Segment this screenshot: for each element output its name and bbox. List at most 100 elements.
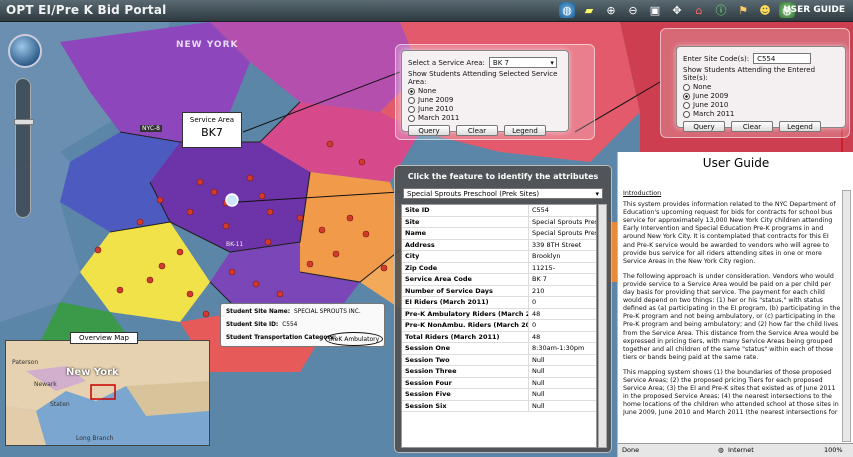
attribute-value: Null: [532, 378, 545, 387]
site-panel: Enter Site Code(s): C554 Show Students A…: [676, 46, 846, 132]
attribute-row: Name Special Sprouts Presc: [402, 228, 596, 240]
app-window: OPT EI/Pre K Bid Portal ◍ ▰ ⊕ ⊖ ▣ ✥ ⌂ ⓘ …: [0, 0, 853, 457]
attribute-value: Null: [532, 401, 545, 410]
attribute-row: City Brooklyn: [402, 251, 596, 263]
attribute-key: Address: [402, 239, 529, 250]
home-icon[interactable]: ⌂: [691, 2, 707, 18]
overview-place-staten: Staten: [50, 401, 70, 408]
attribute-value: Null: [532, 367, 545, 375]
sa-query-button[interactable]: Query: [408, 125, 450, 136]
app-title: OPT EI/Pre K Bid Portal: [6, 3, 167, 17]
attribute-key: Total Riders (March 2011): [402, 331, 529, 342]
pan-icon[interactable]: ✥: [669, 2, 685, 18]
site-query-button[interactable]: Query: [683, 121, 725, 132]
status-zone: Internet: [728, 446, 754, 454]
attribute-row: Session Three Null: [402, 366, 596, 378]
status-zoom[interactable]: 100%: [824, 444, 843, 457]
status-done: Done: [622, 446, 640, 454]
map-label-bk11: BK-11: [226, 241, 244, 248]
attribute-key: Number of Service Days: [402, 285, 529, 296]
attribute-row: Session Five Null: [402, 389, 596, 401]
site-radio-none[interactable]: None: [683, 83, 839, 91]
attribute-key: Service Area Code: [402, 274, 529, 285]
attribute-row: Pre-K Ambulatory Riders (March 2011)48: [402, 308, 596, 320]
sa-radio-march-2011[interactable]: March 2011: [408, 114, 562, 122]
attribute-row: Number of Service Days 210: [402, 285, 596, 297]
site-radio-label: June 2009: [693, 92, 729, 100]
overview-place-paterson: Paterson: [12, 359, 39, 366]
attribute-key: Session Five: [402, 389, 529, 400]
attributes-header: Click the feature to identify the attrib…: [407, 172, 599, 181]
attribute-row: Session Two Null: [402, 354, 596, 366]
attribute-row: Address 339 8TH Street: [402, 239, 596, 251]
attribute-row: Site ID C554: [402, 205, 596, 217]
attributes-scrollbar[interactable]: [598, 204, 607, 448]
callout-id-value: C554: [282, 322, 298, 328]
site-legend-button[interactable]: Legend: [779, 121, 821, 132]
attribute-row: Total Riders (March 2011) 48: [402, 331, 596, 343]
user-guide-link[interactable]: USER GUIDE: [783, 5, 845, 15]
attribute-key: Site ID: [402, 205, 529, 216]
overview-map-canvas[interactable]: [6, 341, 209, 445]
sa-legend-button[interactable]: Legend: [504, 125, 546, 136]
ruler-icon[interactable]: ▰: [581, 2, 597, 18]
identify-icon[interactable]: ⓘ: [713, 2, 729, 18]
sa-radio-label: June 2010: [418, 105, 454, 113]
title-bar: OPT EI/Pre K Bid Portal ◍ ▰ ⊕ ⊖ ▣ ✥ ⌂ ⓘ …: [0, 0, 853, 22]
zoom-slider-knob[interactable]: [14, 119, 34, 125]
user-guide-intro-heading[interactable]: Introduction: [623, 190, 841, 198]
attribute-key: Name: [402, 228, 529, 239]
site-clear-button[interactable]: Clear: [731, 121, 773, 132]
attribute-value: BK 7: [532, 275, 547, 283]
zoom-in-icon[interactable]: ⊕: [603, 2, 619, 18]
site-radio-june-2010[interactable]: June 2010: [683, 101, 839, 109]
attribute-key: Session One: [402, 343, 529, 354]
service-area-caption: Service Area: [189, 116, 235, 124]
toolbar: ◍ ▰ ⊕ ⊖ ▣ ✥ ⌂ ⓘ ⚑ ☻ ◍: [559, 2, 795, 20]
radio-dot-icon: [408, 105, 415, 113]
service-area-panel: Select a Service Area: BK 7 Show Student…: [401, 50, 569, 136]
browser-status-bar: Done ◍ Internet 100%: [618, 443, 853, 457]
attributes-layer-select[interactable]: Special Sprouts Preschool (Prek Sites): [403, 188, 603, 199]
sa-radio-june-2010[interactable]: June 2010: [408, 105, 562, 113]
user-guide-body: Introduction This system provides inform…: [623, 190, 841, 440]
sa-radio-none[interactable]: None: [408, 87, 562, 95]
attribute-row: Site Special Sprouts Presc: [402, 216, 596, 228]
zoom-slider[interactable]: [14, 78, 34, 218]
compass-nav-icon[interactable]: [8, 34, 42, 68]
attribute-value: Special Sprouts Presc: [532, 229, 596, 237]
globe-icon[interactable]: ◍: [559, 2, 575, 18]
site-radio-march-2011[interactable]: March 2011: [683, 110, 839, 118]
callout-name-row: Student Site Name: SPECIAL SPROUTS INC.: [226, 309, 361, 315]
attribute-key: Site: [402, 216, 529, 227]
user-guide-title: User Guide: [702, 156, 770, 170]
overview-map[interactable]: Overview Map Paterson Newark New York St…: [5, 332, 210, 446]
globe-icon: ◍: [718, 446, 724, 454]
user-guide-paragraph: This system provides information related…: [623, 201, 836, 265]
site-radio-label: March 2011: [693, 110, 735, 118]
site-radio-june-2009[interactable]: June 2009: [683, 92, 839, 100]
service-area-select[interactable]: BK 7: [488, 57, 557, 68]
callout-name-value: SPECIAL SPROUTS INC.: [294, 309, 361, 315]
radio-dot-icon: [683, 92, 690, 100]
person-icon[interactable]: ☻: [757, 2, 773, 18]
zoom-out-icon[interactable]: ⊖: [625, 2, 641, 18]
callout-cat-row: Student Transportation Category:: [226, 335, 340, 341]
attribute-value: 210: [532, 286, 545, 295]
attribute-row: Pre-K NonAmbu. Riders (March 2011) 0: [402, 320, 596, 332]
site-code-label: Enter Site Code(s):: [683, 54, 750, 63]
service-area-label: Service Area BK7: [182, 112, 242, 148]
attribute-key: Session Two: [402, 354, 529, 365]
overview-place-long-branch: Long Branch: [76, 435, 114, 442]
attribute-key: Session Three: [402, 366, 529, 377]
overview-map-label: Overview Map: [70, 332, 138, 344]
bookmark-icon[interactable]: ⚑: [735, 2, 751, 18]
site-code-input[interactable]: C554: [753, 53, 812, 64]
attribute-value: 8:30am-1:30pm: [532, 344, 585, 352]
sa-radio-label: June 2009: [418, 96, 454, 104]
user-guide-scrollbar[interactable]: [842, 190, 851, 442]
sa-clear-button[interactable]: Clear: [456, 125, 498, 136]
attribute-key: Session Six: [402, 400, 529, 411]
full-extent-icon[interactable]: ▣: [647, 2, 663, 18]
sa-radio-june-2009[interactable]: June 2009: [408, 96, 562, 104]
